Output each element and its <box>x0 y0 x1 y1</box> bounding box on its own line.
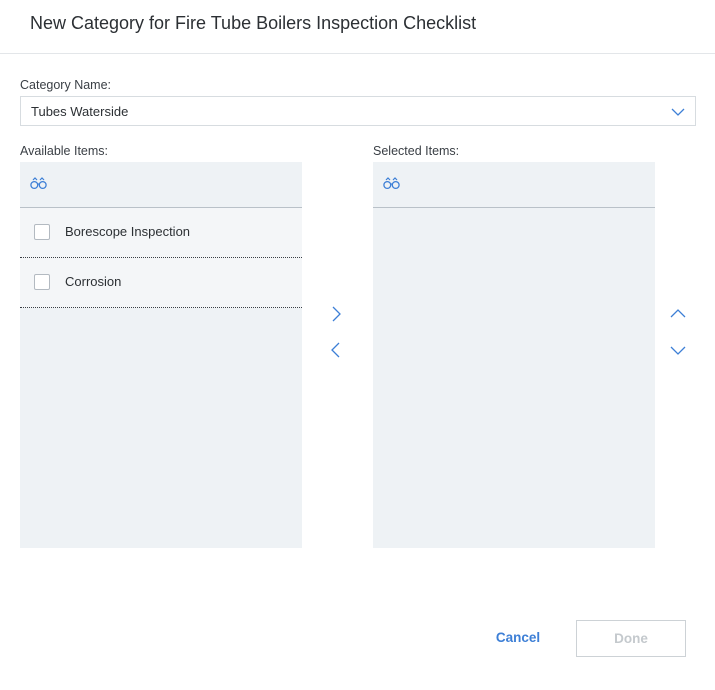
chevron-right-icon <box>332 306 341 322</box>
dialog-header: New Category for Fire Tube Boilers Inspe… <box>0 0 715 54</box>
item-label: Corrosion <box>65 274 122 289</box>
category-name-value: Tubes Waterside <box>31 104 129 119</box>
available-search-bar[interactable] <box>20 162 302 208</box>
remove-item-button[interactable] <box>327 341 345 359</box>
move-up-button[interactable] <box>669 305 687 323</box>
item-checkbox[interactable] <box>34 274 50 290</box>
selected-items-panel <box>373 162 655 548</box>
chevron-left-icon <box>331 342 340 358</box>
available-items-panel: Borescope Inspection Corrosion <box>20 162 302 548</box>
dialog-title: New Category for Fire Tube Boilers Inspe… <box>30 13 477 33</box>
list-item[interactable]: Corrosion <box>20 258 302 308</box>
done-button[interactable]: Done <box>576 620 686 657</box>
item-label: Borescope Inspection <box>65 224 191 239</box>
binoculars-icon[interactable] <box>383 177 400 195</box>
selected-items-label: Selected Items: <box>373 144 460 158</box>
category-name-select[interactable]: Tubes Waterside <box>20 96 696 126</box>
move-down-button[interactable] <box>669 341 687 359</box>
item-checkbox[interactable] <box>34 224 50 240</box>
chevron-up-icon <box>670 309 686 318</box>
chevron-down-icon <box>671 105 685 123</box>
selected-search-bar[interactable] <box>373 162 655 208</box>
cancel-button[interactable]: Cancel <box>488 620 548 656</box>
available-items-label: Available Items: <box>20 144 109 158</box>
list-item[interactable]: Borescope Inspection <box>20 208 302 258</box>
binoculars-icon[interactable] <box>30 177 47 195</box>
add-item-button[interactable] <box>327 305 345 323</box>
category-name-label: Category Name: <box>20 78 112 92</box>
chevron-down-icon <box>670 346 686 355</box>
